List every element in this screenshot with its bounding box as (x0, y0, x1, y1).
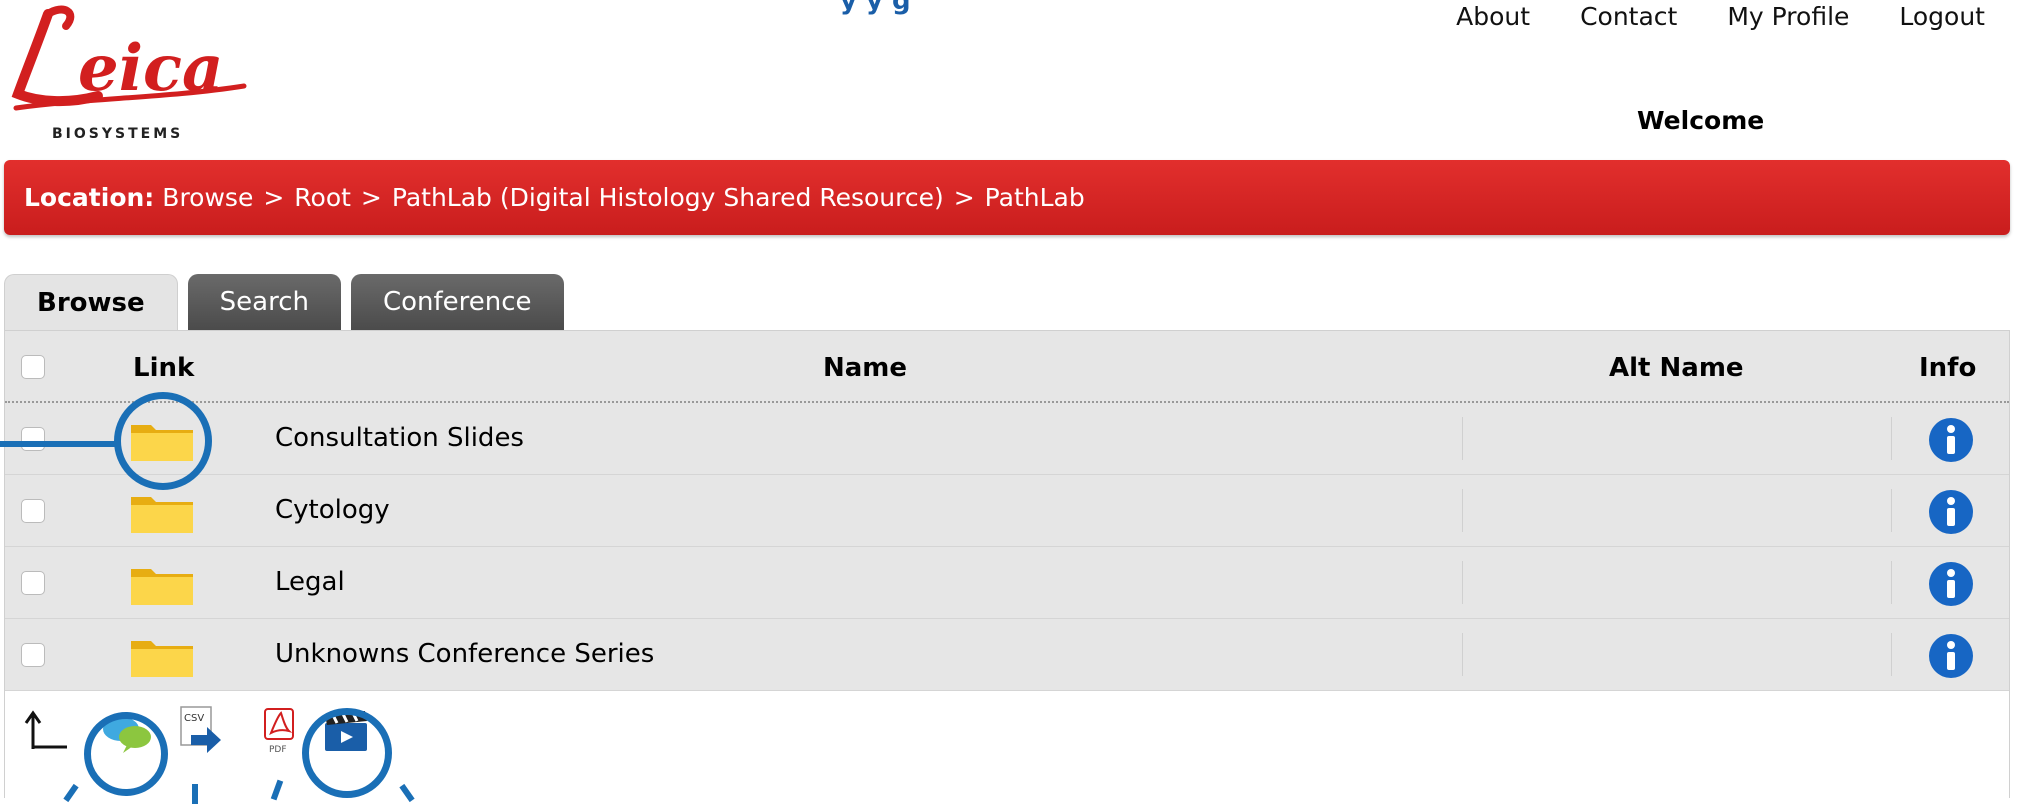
video-clapper-icon[interactable] (321, 709, 371, 755)
column-divider (1891, 633, 1892, 676)
breadcrumb-pathlab[interactable]: PathLab (985, 183, 1085, 212)
csv-label: CSV (184, 713, 204, 724)
header-link: Link (133, 353, 195, 383)
row-checkbox[interactable] (21, 499, 45, 523)
breadcrumb-separator: > (360, 183, 382, 212)
tab-conference[interactable]: Conference (350, 274, 564, 330)
table-row: Legal (5, 547, 2009, 619)
header-alt-name: Alt Name (1609, 353, 1744, 383)
row-name[interactable]: Unknowns Conference Series (275, 639, 654, 669)
row-name[interactable]: Consultation Slides (275, 423, 524, 453)
folder-icon[interactable] (129, 633, 195, 679)
chat-icon[interactable] (101, 713, 153, 755)
breadcrumb-pathlab-shared[interactable]: PathLab (Digital Histology Shared Resour… (392, 183, 944, 212)
row-name[interactable]: Cytology (275, 495, 390, 525)
location-breadcrumb-bar: Location: Browse > Root > PathLab (Digit… (4, 160, 2010, 235)
contact-link[interactable]: Contact (1580, 2, 1677, 31)
column-divider (1891, 561, 1892, 604)
cut-off-page-title: y y g (840, 0, 911, 16)
location-label: Location: (24, 183, 155, 212)
table-row: Unknowns Conference Series (5, 619, 2009, 691)
column-divider (1462, 489, 1463, 532)
logo-subtitle: BIOSYSTEMS (52, 126, 184, 142)
csv-export-icon[interactable]: CSV (179, 705, 227, 757)
tab-search[interactable]: Search (187, 274, 341, 330)
breadcrumb-separator: > (263, 183, 285, 212)
my-profile-link[interactable]: My Profile (1727, 2, 1849, 31)
table-header: Link Name Alt Name Info (5, 331, 2009, 403)
tab-bar: Browse Search Conference (4, 274, 564, 330)
column-divider (1462, 561, 1463, 604)
browse-panel: Link Name Alt Name Info Consultation Sli… (4, 330, 2010, 799)
logout-link[interactable]: Logout (1899, 2, 1985, 31)
breadcrumb-browse[interactable]: Browse (162, 183, 253, 212)
select-all-checkbox[interactable] (21, 355, 45, 379)
info-icon[interactable] (1928, 489, 1974, 535)
header-info: Info (1919, 353, 1977, 383)
column-divider (1891, 489, 1892, 532)
table-row: Cytology (5, 475, 2009, 547)
table-row: Consultation Slides (5, 403, 2009, 475)
top-navigation: About Contact My Profile Logout (1456, 2, 1985, 31)
folder-icon[interactable] (129, 417, 195, 463)
breadcrumb-separator: > (953, 183, 975, 212)
row-checkbox[interactable] (21, 571, 45, 595)
row-checkbox[interactable] (21, 643, 45, 667)
pdf-export-icon[interactable]: PDF (261, 705, 297, 757)
pdf-label: PDF (269, 745, 287, 755)
info-icon[interactable] (1928, 633, 1974, 679)
tab-browse[interactable]: Browse (4, 274, 178, 330)
breadcrumb-root[interactable]: Root (294, 183, 351, 212)
table-footer-toolbar: CSV PDF (5, 691, 2009, 799)
about-link[interactable]: About (1456, 2, 1530, 31)
column-divider (1462, 633, 1463, 676)
column-divider (1891, 417, 1892, 460)
row-checkbox[interactable] (21, 427, 45, 451)
welcome-text: Welcome (1637, 106, 1765, 135)
info-icon[interactable] (1928, 561, 1974, 607)
column-divider (1462, 417, 1463, 460)
up-arrow-icon[interactable] (23, 709, 69, 753)
folder-icon[interactable] (129, 489, 195, 535)
row-name[interactable]: Legal (275, 567, 345, 597)
header-name: Name (823, 353, 908, 383)
folder-icon[interactable] (129, 561, 195, 607)
info-icon[interactable] (1928, 417, 1974, 463)
